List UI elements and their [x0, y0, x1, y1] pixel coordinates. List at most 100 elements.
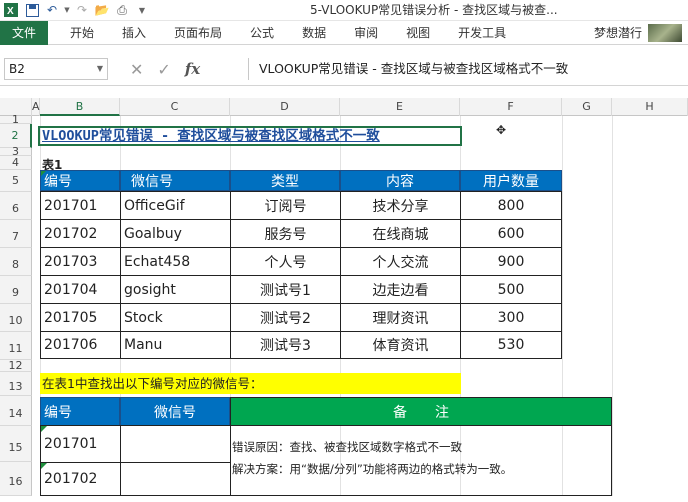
- error-indicator-icon[interactable]: [41, 463, 47, 469]
- row-header-5[interactable]: 5: [0, 170, 32, 192]
- error-indicator-icon[interactable]: [41, 171, 46, 176]
- excel-logo-icon: X: [0, 0, 22, 21]
- formula-buttons: ✕ ✓ fx: [130, 58, 200, 80]
- table-cell[interactable]: OfficeGif: [120, 191, 231, 220]
- table-cell[interactable]: 201705: [40, 303, 121, 332]
- table-cell[interactable]: 个人交流: [340, 247, 461, 276]
- chevron-down-icon[interactable]: ▼: [97, 59, 103, 79]
- tab-formulas[interactable]: 公式: [236, 21, 288, 45]
- col-header-f[interactable]: F: [460, 98, 562, 116]
- table2-cell-wechat-1[interactable]: [120, 425, 231, 463]
- table1-header-wechat[interactable]: 微信号: [120, 170, 230, 191]
- col-header-b[interactable]: B: [40, 98, 120, 116]
- table1-header-type[interactable]: 类型: [230, 170, 340, 191]
- col-header-e[interactable]: E: [340, 98, 460, 116]
- table-cell[interactable]: 201704: [40, 275, 121, 304]
- row-header-13[interactable]: 13: [0, 372, 32, 396]
- table-cell[interactable]: 201703: [40, 247, 121, 276]
- row-header-11[interactable]: 11: [0, 332, 32, 360]
- formula-input[interactable]: VLOOKUP常见错误 - 查找区域与被查找区域格式不一致: [248, 58, 684, 80]
- tab-developer[interactable]: 开发工具: [444, 21, 520, 45]
- table-cell[interactable]: Stock: [120, 303, 231, 332]
- table2-cell-wechat-2[interactable]: [120, 462, 231, 496]
- lookup-prompt[interactable]: 在表1中查找出以下编号对应的微信号：: [40, 373, 461, 394]
- name-box[interactable]: B2 ▼: [4, 58, 108, 80]
- table2-cell-id-1[interactable]: 201701: [40, 425, 121, 463]
- enter-icon[interactable]: ✓: [157, 60, 170, 79]
- table-cell[interactable]: 201701: [40, 191, 121, 220]
- table-cell[interactable]: 在线商城: [340, 219, 461, 248]
- table-cell[interactable]: 个人号: [230, 247, 341, 276]
- row-header-15[interactable]: 15: [0, 426, 32, 462]
- col-header-g[interactable]: G: [562, 98, 612, 116]
- table-cell[interactable]: 技术分享: [340, 191, 461, 220]
- table-cell[interactable]: Echat458: [120, 247, 231, 276]
- tab-review[interactable]: 审阅: [340, 21, 392, 45]
- redo-icon[interactable]: ↷: [72, 0, 92, 21]
- table-cell[interactable]: 边走边看: [340, 275, 461, 304]
- table-cell[interactable]: 500: [460, 275, 562, 304]
- save-icon[interactable]: [22, 0, 42, 21]
- row-header-14[interactable]: 14: [0, 396, 32, 426]
- undo-dropdown-icon[interactable]: ▼: [62, 0, 72, 21]
- col-header-h[interactable]: H: [612, 98, 688, 116]
- table-cell[interactable]: 测试号3: [230, 331, 341, 359]
- table-cell[interactable]: 201706: [40, 331, 121, 359]
- col-header-a[interactable]: A: [32, 98, 40, 116]
- table-cell[interactable]: 服务号: [230, 219, 341, 248]
- table-cell[interactable]: gosight: [120, 275, 231, 304]
- table-cell[interactable]: 800: [460, 191, 562, 220]
- table-cell[interactable]: 600: [460, 219, 562, 248]
- table2-header-wechat[interactable]: 微信号: [120, 397, 230, 426]
- table-cell[interactable]: 订阅号: [230, 191, 341, 220]
- customize-qa-icon[interactable]: ▼: [132, 0, 152, 21]
- table-cell[interactable]: 理财资讯: [340, 303, 461, 332]
- sheet-title-cell[interactable]: VLOOKUP常见错误 - 查找区域与被查找区域格式不一致: [38, 126, 462, 146]
- table1-header-id[interactable]: 编号: [40, 170, 120, 191]
- row-header-12[interactable]: 12: [0, 360, 32, 372]
- table-cell[interactable]: 900: [460, 247, 562, 276]
- table1-header-users[interactable]: 用户数量: [460, 170, 562, 191]
- error-indicator-icon[interactable]: [41, 426, 47, 432]
- tab-file[interactable]: 文件: [0, 20, 48, 45]
- tab-page-layout[interactable]: 页面布局: [160, 21, 236, 45]
- table-cell[interactable]: 300: [460, 303, 562, 332]
- table2-header-id[interactable]: 编号: [40, 397, 120, 426]
- error-reason: 错误原因：查找、被查找区域数字格式不一致: [232, 440, 462, 454]
- table-cell[interactable]: 测试号1: [230, 275, 341, 304]
- table2-cell-id-2[interactable]: 201702: [40, 462, 121, 496]
- tab-data[interactable]: 数据: [288, 21, 340, 45]
- row-header-10[interactable]: 10: [0, 304, 32, 332]
- insert-function-icon[interactable]: fx: [185, 60, 200, 78]
- notes-text: 错误原因：查找、被查找区域数字格式不一致 解决方案：用“数据/分列”功能将两边的…: [232, 436, 512, 480]
- open-icon[interactable]: 📂: [92, 0, 112, 21]
- table-cell[interactable]: 530: [460, 331, 562, 359]
- table-cell[interactable]: Goalbuy: [120, 219, 231, 248]
- table1-header-content[interactable]: 内容: [340, 170, 460, 191]
- cancel-icon[interactable]: ✕: [130, 60, 143, 79]
- col-header-c[interactable]: C: [120, 98, 230, 116]
- undo-icon[interactable]: ↶: [42, 0, 62, 21]
- table2-header-notes[interactable]: 备 注: [230, 397, 612, 426]
- tab-insert[interactable]: 插入: [108, 21, 160, 45]
- table-cell[interactable]: 体育资讯: [340, 331, 461, 359]
- name-box-value: B2: [9, 62, 25, 76]
- user-name[interactable]: 梦想潜行: [594, 21, 642, 45]
- row-header-16[interactable]: 16: [0, 462, 32, 496]
- col-header-d[interactable]: D: [230, 98, 340, 116]
- tab-home[interactable]: 开始: [48, 21, 108, 45]
- table-cell[interactable]: 201702: [40, 219, 121, 248]
- print-icon[interactable]: ⎙: [112, 0, 132, 21]
- row-header-1[interactable]: 1: [0, 114, 32, 125]
- row-header-7[interactable]: 7: [0, 220, 32, 248]
- formula-bar: B2 ▼ ✕ ✓ fx VLOOKUP常见错误 - 查找区域与被查找区域格式不一…: [0, 50, 688, 86]
- table-cell[interactable]: 测试号2: [230, 303, 341, 332]
- row-header-8[interactable]: 8: [0, 248, 32, 276]
- row-header-9[interactable]: 9: [0, 276, 32, 304]
- row-header-4[interactable]: 4: [0, 156, 32, 170]
- row-header-6[interactable]: 6: [0, 192, 32, 220]
- avatar[interactable]: [648, 24, 682, 42]
- row-header-3[interactable]: 3: [0, 146, 32, 157]
- tab-view[interactable]: 视图: [392, 21, 444, 45]
- table-cell[interactable]: Manu: [120, 331, 231, 359]
